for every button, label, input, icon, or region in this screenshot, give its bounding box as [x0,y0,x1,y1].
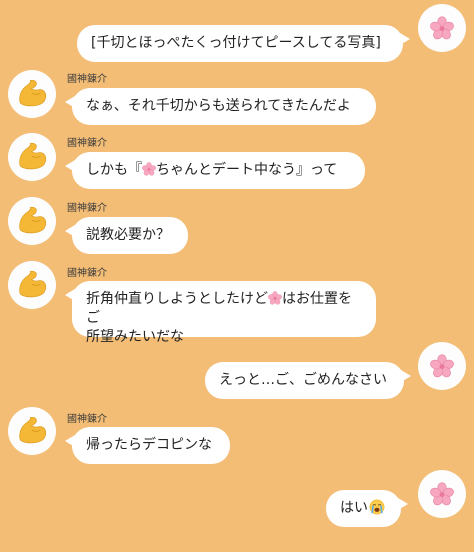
cherry-blossom-icon [142,162,156,176]
sender-name: 國神錬介 [67,203,107,214]
message-bubble-incoming[interactable]: しかも『 ちゃんとデート中なう』って [65,152,365,189]
cherry-blossom-icon [430,482,454,506]
message-bubble-incoming[interactable]: なぁ、それ千切からも送られてきたんだよ [65,88,376,125]
my-avatar[interactable] [418,342,466,390]
contact-avatar[interactable] [8,197,56,245]
message-text: [千切とほっぺたくっ付けてピースしてる写真] [91,35,381,51]
message-bubble-outgoing[interactable]: はい [326,490,408,527]
message-text: なぁ、それ千切からも送られてきたんだよ [86,98,351,114]
contact-avatar[interactable] [8,133,56,181]
message-bubble-outgoing[interactable]: えっと…ご、ごめんなさい [205,362,411,399]
chat-view: [千切とほっぺたくっ付けてピースしてる写真] 國神錬介 なぁ、それ千切からも送ら… [0,0,474,552]
flexed-biceps-icon [15,268,49,302]
loudly-crying-face-icon [369,499,385,515]
message-text: 説教必要か？ [86,227,170,243]
cherry-blossom-icon [430,16,454,40]
message-text-before: しかも『 [86,162,142,178]
message-text-after: ちゃんとデート中なう』って [156,162,338,178]
contact-avatar[interactable] [8,261,56,309]
sender-name: 國神錬介 [67,138,107,149]
cherry-blossom-icon [268,291,282,305]
message-line-2: 所望みたいだな [86,329,184,345]
my-avatar[interactable] [418,4,466,52]
message-line-1: 折角仲直りしようとしたけど はお仕置をご [86,290,362,328]
message-text: えっと…ご、ごめんなさい [219,372,387,388]
my-avatar[interactable] [418,470,466,518]
contact-avatar[interactable] [8,407,56,455]
cherry-blossom-icon [430,354,454,378]
sender-name: 國神錬介 [67,414,107,425]
flexed-biceps-icon [15,204,49,238]
contact-avatar[interactable] [8,70,56,118]
flexed-biceps-icon [15,414,49,448]
message-text: 帰ったらデコピンな [86,437,212,453]
message-text: はい [340,500,368,516]
message-text-before: 折角仲直りしようとしたけど [86,291,268,307]
message-bubble-incoming[interactable]: 帰ったらデコピンな [65,427,230,464]
message-bubble-incoming[interactable]: 折角仲直りしようとしたけど はお仕置をご 所望みたいだな [65,281,376,345]
message-bubble-outgoing[interactable]: [千切とほっぺたくっ付けてピースしてる写真] [77,25,410,62]
message-bubble-incoming[interactable]: 説教必要か？ [65,217,188,254]
flexed-biceps-icon [15,140,49,174]
sender-name: 國神錬介 [67,74,107,85]
flexed-biceps-icon [15,77,49,111]
sender-name: 國神錬介 [67,268,107,279]
